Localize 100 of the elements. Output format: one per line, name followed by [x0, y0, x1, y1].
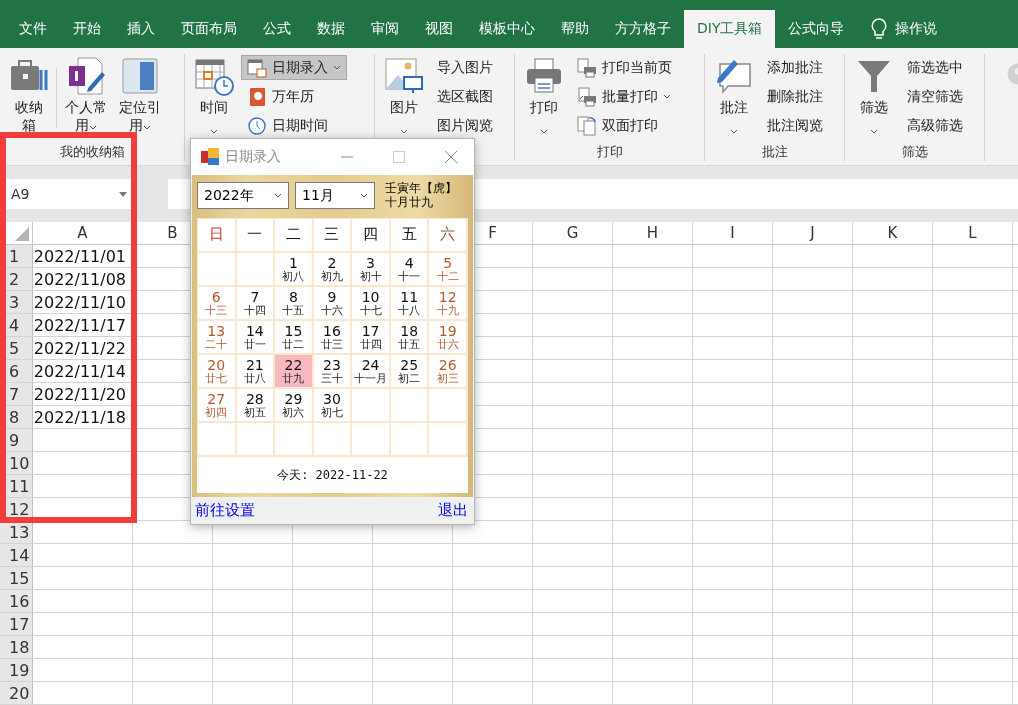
column-header[interactable]: I: [693, 222, 773, 244]
ribbon-button[interactable]: 日期录入: [241, 55, 347, 80]
column-header[interactable]: G: [533, 222, 613, 244]
year-select[interactable]: 2022年: [197, 182, 289, 209]
calendar-day[interactable]: 9 十六: [313, 287, 353, 321]
row-header[interactable]: 16: [0, 590, 33, 612]
calendar-day[interactable]: 22 廿九: [275, 355, 314, 389]
calendar-day[interactable]: 29 初六: [275, 389, 314, 423]
ribbon-button[interactable]: 高级筛选: [901, 113, 969, 138]
ribbon-tab[interactable]: 页面布局: [168, 10, 250, 48]
link[interactable]: 前往设置: [195, 501, 255, 520]
ribbon-button[interactable]: 选区截图: [431, 84, 499, 109]
row-header[interactable]: 20: [0, 682, 33, 704]
month-select[interactable]: 11月: [295, 182, 375, 209]
ribbon-button[interactable]: 时间: [191, 54, 237, 139]
ribbon-tab[interactable]: 文件: [6, 10, 60, 48]
ribbon-button[interactable]: 导入图片: [431, 55, 499, 80]
calendar-day[interactable]: 30 初七: [313, 389, 353, 423]
close-icon: [445, 151, 457, 163]
ribbon-button[interactable]: 打印当前页: [571, 55, 678, 80]
calendar-day[interactable]: 10 十七: [352, 287, 391, 321]
caret-icon: [400, 129, 408, 135]
ribbon-tab[interactable]: 帮助: [548, 10, 602, 48]
row-header[interactable]: 18: [0, 636, 33, 658]
column-header[interactable]: L: [933, 222, 1013, 244]
calendar-day[interactable]: 28 初五: [236, 389, 276, 423]
ribbon-tab[interactable]: 公式向导: [775, 10, 858, 48]
column-header[interactable]: J: [773, 222, 853, 244]
calendar-icon: [247, 57, 267, 78]
calendar-day[interactable]: 11 十八: [390, 287, 430, 321]
ribbon-button[interactable]: 筛选: [851, 54, 897, 139]
ribbon-button[interactable]: 图片: [381, 54, 427, 139]
calendar-day[interactable]: 16 廿三: [313, 321, 353, 355]
calendar-day[interactable]: 8 十五: [275, 287, 314, 321]
calendar-day[interactable]: 27 初四: [198, 389, 237, 423]
calendar-day[interactable]: 23 三十: [313, 355, 353, 389]
calendar-day[interactable]: 24 十一月: [352, 355, 391, 389]
row-header[interactable]: 14: [0, 544, 33, 566]
calendar-day[interactable]: 4 十一: [390, 253, 430, 287]
ribbon-tab[interactable]: 开始: [60, 10, 114, 48]
caret-icon: [730, 129, 738, 135]
ribbon-tab[interactable]: 数据: [304, 10, 358, 48]
link[interactable]: 退出: [438, 501, 468, 520]
ribbon-tab[interactable]: 审阅: [358, 10, 412, 48]
tell-me-search[interactable]: 操作说: [895, 20, 938, 38]
calendar-day[interactable]: 7 十四: [236, 287, 276, 321]
ribbon-button[interactable]: 日期时间: [241, 113, 347, 138]
ribbon-tab[interactable]: DIY工具箱: [684, 10, 776, 48]
ribbon-tab[interactable]: 模板中心: [466, 10, 548, 48]
calendar-day[interactable]: 6 十三: [198, 287, 237, 321]
ribbon-tab[interactable]: 公式: [250, 10, 304, 48]
table-cell: 2022/11/20: [33, 384, 126, 404]
ribbon-button[interactable]: 图片阅览: [431, 113, 499, 138]
row-header[interactable]: 13: [0, 521, 33, 543]
ribbon-button[interactable]: 个人常用: [61, 54, 111, 137]
ribbon-button[interactable]: 筛选选中: [901, 55, 969, 80]
ribbon-tab[interactable]: 插入: [114, 10, 168, 48]
caret-icon: [870, 129, 878, 135]
calendar-day[interactable]: 14 廿一: [236, 321, 276, 355]
column-header[interactable]: H: [613, 222, 693, 244]
name-box[interactable]: A9: [5, 179, 133, 209]
ribbon-button[interactable]: 双面打印: [571, 113, 678, 138]
ribbon-button[interactable]: 批量打印: [571, 84, 678, 109]
ribbon-button[interactable]: 定位引用: [115, 54, 165, 137]
image-monitor-icon: [384, 56, 424, 96]
calendar-day[interactable]: 12 十九: [429, 287, 468, 321]
calendar-day[interactable]: 17 廿四: [352, 321, 391, 355]
calendar-day[interactable]: 15 廿二: [275, 321, 314, 355]
ribbon-button[interactable]: 批注: [711, 54, 757, 139]
row-header[interactable]: 17: [0, 613, 33, 635]
calendar-day[interactable]: 2 初九: [313, 253, 353, 287]
calendar-day[interactable]: 20 廿七: [198, 355, 237, 389]
dropdown-arrow-icon: [119, 191, 127, 197]
group-label: 筛选: [901, 143, 928, 161]
minimize-icon: [341, 156, 353, 158]
ribbon-tab[interactable]: 方方格子: [602, 10, 684, 48]
calendar-day[interactable]: 21 廿八: [236, 355, 276, 389]
calendar-day[interactable]: 26 初三: [429, 355, 468, 389]
ribbon-button[interactable]: 收纳箱: [6, 54, 52, 137]
ribbon-button[interactable]: 清空筛选: [901, 84, 969, 109]
ribbon-tab[interactable]: 视图: [412, 10, 466, 48]
calendar-day[interactable]: 18 廿五: [390, 321, 430, 355]
calendar-day[interactable]: 3 初十: [352, 253, 391, 287]
row-header[interactable]: 15: [0, 567, 33, 589]
calendar-day[interactable]: 25 初二: [390, 355, 430, 389]
column-header[interactable]: A: [33, 222, 133, 244]
calendar-day[interactable]: 13 二十: [198, 321, 237, 355]
calendar-day[interactable]: 1 初八: [275, 253, 314, 287]
printer-icon: [524, 56, 564, 96]
ribbon-button[interactable]: 打印: [521, 54, 567, 139]
ribbon-button[interactable]: 批注阅览: [761, 113, 829, 138]
column-header[interactable]: K: [853, 222, 933, 244]
ribbon-button[interactable]: 删除批注: [761, 84, 829, 109]
row-header[interactable]: 19: [0, 659, 33, 681]
ribbon-button[interactable]: 万年历: [241, 84, 347, 109]
weekday-header: 三: [313, 219, 353, 253]
ribbon-button[interactable]: 添加批注: [761, 55, 829, 80]
select-all-icon[interactable]: [15, 227, 29, 241]
calendar-day[interactable]: 5 十二: [429, 253, 468, 287]
calendar-day[interactable]: 19 廿六: [429, 321, 468, 355]
